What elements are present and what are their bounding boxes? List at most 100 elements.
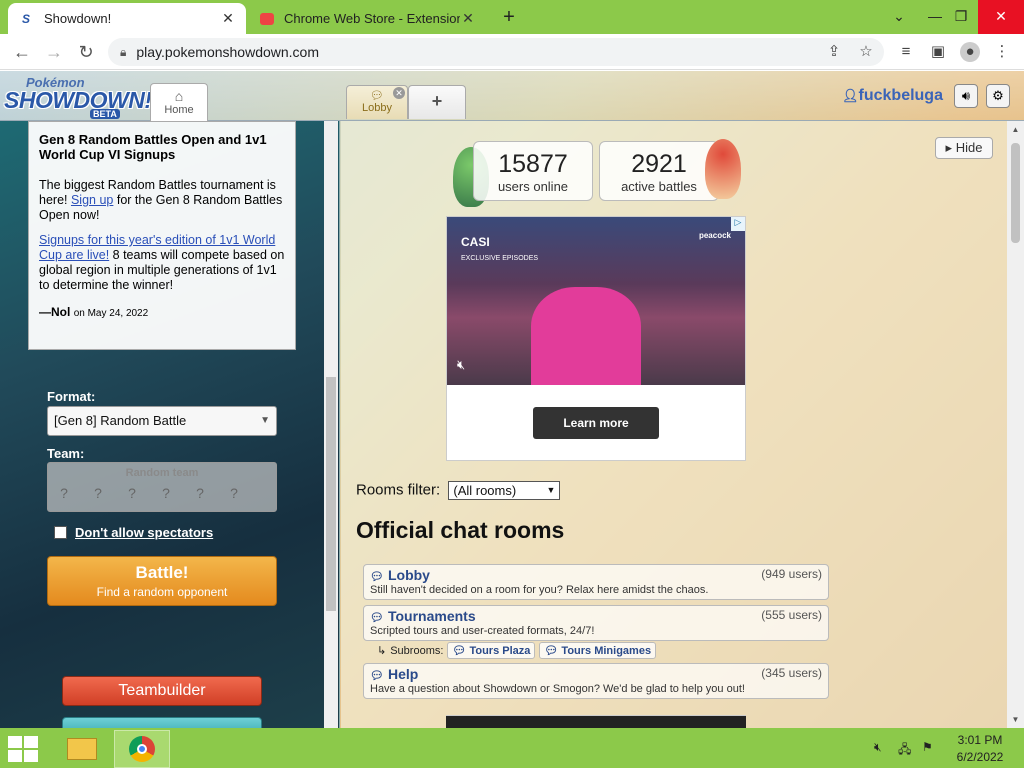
room-lobby[interactable]: 💬︎ Lobby (949 users) Still haven't decide… [363, 564, 829, 600]
advertisement[interactable]: CASI EXCLUSIVE EPISODES peacock 🔇︎ ▷ Lea… [446, 216, 746, 461]
browser-tab-showdown[interactable]: S Showdown! ✕ [8, 3, 246, 34]
room-help[interactable]: 💬︎ Help (345 users) Have a question about… [363, 663, 829, 699]
rooms-filter: Rooms filter: (All rooms) ▼ [356, 481, 561, 500]
username-button[interactable]: 👤︎fuckbeluga [842, 87, 943, 105]
pokeball-icon: ? [128, 485, 136, 501]
ad-brand: CASI [461, 235, 490, 249]
pokeball-icon: ? [196, 485, 204, 501]
close-tab-icon[interactable]: ✕ [220, 10, 236, 27]
home-icon: ⌂ [174, 88, 184, 104]
team-select[interactable]: Random team ? ? ? ? ? ? [47, 462, 277, 512]
taskbar-clock[interactable]: 3:01 PM 6/2/2022 [945, 732, 1015, 766]
logo-badge: BETA [90, 109, 120, 119]
rooms-filter-select[interactable]: (All rooms) ▼ [448, 481, 561, 500]
ladder-button[interactable] [62, 717, 262, 728]
speaker-icon: 🔊︎ [961, 88, 971, 103]
browser-tab-strip: S Showdown! ✕ Chrome Web Store - Extensi… [0, 0, 1024, 34]
subroom-tours-minigames[interactable]: 💬︎ Tours Minigames [539, 642, 657, 659]
room-name: Tournaments [387, 608, 476, 624]
mute-icon[interactable]: 🔇︎ [457, 357, 465, 373]
room-description: Still haven't decided on a room for you?… [370, 584, 709, 596]
news-signature: —Nol on May 24, 2022 [39, 305, 285, 321]
profile-avatar-icon[interactable]: ● [960, 42, 980, 62]
close-tab-icon[interactable]: ✕ [460, 10, 476, 27]
showdown-header: Pokémon SHOWDOWN! BETA ⌂ Home 💬︎ Lobby ✕… [0, 71, 1024, 121]
side-panel-icon[interactable]: ▣ [928, 42, 948, 62]
sound-button[interactable]: 🔊︎ [954, 84, 978, 108]
file-explorer-icon[interactable] [54, 730, 110, 768]
room-name: Lobby [387, 567, 430, 583]
format-select[interactable]: [Gen 8] Random Battle ▼ [47, 406, 277, 436]
main-scrollbar[interactable]: ▲ ▼ [1007, 121, 1024, 728]
ad-brand-sub: EXCLUSIVE EPISODES [461, 255, 539, 262]
scroll-up-icon[interactable]: ▲ [1007, 125, 1024, 134]
format-label: Format: [47, 389, 96, 404]
bookmark-star-icon[interactable]: ☆ [856, 42, 876, 62]
team-slots: ? ? ? ? ? ? [54, 485, 244, 503]
subrooms-row: ↳ Subrooms: 💬︎ Tours Plaza 💬︎ Tours Mini… [377, 642, 657, 659]
chrome-menu-icon[interactable]: ⋮ [992, 42, 1012, 62]
flag-icon[interactable]: ⚑ [922, 740, 933, 754]
tab-home[interactable]: ⌂ Home [150, 83, 208, 121]
teambuilder-button[interactable]: Teambuilder [62, 676, 262, 706]
browser-tab-webstore[interactable]: Chrome Web Store - Extensions ✕ [250, 3, 486, 34]
maximize-button[interactable]: ❐ [944, 0, 978, 34]
pokeball-icon: ? [162, 485, 170, 501]
settings-button[interactable]: ⚙ [986, 84, 1010, 108]
volume-muted-icon[interactable]: 🔇︎ [874, 740, 882, 755]
windows-taskbar: 🔇︎ 🖧︎ ⚑ 3:01 PM 6/2/2022 [0, 728, 1024, 768]
address-bar[interactable]: 🔒︎ play.pokemonshowdown.com [108, 38, 884, 66]
no-spectators-option[interactable]: Don't allow spectators [54, 525, 213, 540]
scroll-down-icon[interactable]: ▼ [1007, 715, 1024, 724]
chrome-taskbar-icon[interactable] [114, 730, 170, 768]
back-arrow-icon[interactable]: ← [8, 38, 36, 66]
hide-button[interactable]: ▸ Hide [935, 137, 993, 159]
tab-lobby-label: Lobby [362, 102, 392, 114]
active-battles-label: active battles [621, 179, 697, 194]
forward-arrow-icon[interactable]: → [40, 38, 68, 66]
battle-button-sublabel: Find a random opponent [96, 585, 228, 599]
signup-link[interactable]: Sign up [71, 193, 113, 207]
advertisement-2[interactable] [446, 715, 746, 728]
tab-add-room[interactable]: + [408, 85, 466, 119]
battle-button[interactable]: Battle! Find a random opponent [47, 556, 277, 606]
share-icon[interactable]: ⇪ [824, 42, 844, 62]
showdown-favicon-icon: S [21, 11, 30, 26]
adchoices-icon[interactable]: ▷ [731, 217, 745, 231]
ad-video[interactable]: CASI EXCLUSIVE EPISODES peacock 🔇︎ [447, 217, 745, 385]
no-spectators-checkbox[interactable] [54, 526, 67, 539]
media-control-icon[interactable]: ≡ [896, 42, 916, 62]
user-icon: 👤︎ [842, 88, 859, 103]
chat-bubble-icon: 💬︎ [370, 612, 384, 624]
room-description: Have a question about Showdown or Smogon… [370, 683, 745, 695]
rooms-filter-value: (All rooms) [453, 483, 517, 498]
main-scrollbar-thumb[interactable] [1011, 143, 1020, 243]
pokeball-icon: ? [230, 485, 238, 501]
learn-more-button[interactable]: Learn more [533, 407, 659, 439]
tab-home-label: Home [164, 104, 194, 116]
users-online-stat[interactable]: 15877 users online [473, 141, 593, 201]
left-scrollbar[interactable] [324, 121, 338, 728]
tab-title: Showdown! [44, 11, 112, 26]
room-name: Help [387, 666, 419, 682]
active-battles-stat[interactable]: 2921 active battles [599, 141, 719, 201]
tab-lobby[interactable]: 💬︎ Lobby ✕ [346, 85, 408, 119]
chat-bubble-icon: 💬︎ [370, 670, 384, 682]
windows-start-icon[interactable] [8, 736, 38, 762]
username-label: fuckbeluga [858, 87, 943, 104]
tab-search-icon[interactable]: ⌄ [882, 0, 916, 34]
subroom-tours-plaza[interactable]: 💬︎ Tours Plaza [447, 642, 536, 659]
chat-bubble-icon: 💬︎ [370, 571, 384, 583]
left-scrollbar-thumb[interactable] [326, 377, 336, 611]
network-icon[interactable]: 🖧︎ [898, 740, 911, 761]
team-value: Random team [125, 467, 199, 479]
reload-icon[interactable]: ↻ [72, 38, 100, 66]
close-lobby-icon[interactable]: ✕ [393, 87, 405, 99]
window-close-button[interactable]: ✕ [978, 0, 1024, 34]
logo-line2: SHOWDOWN! [4, 87, 152, 113]
chevron-down-icon: ▼ [546, 485, 556, 495]
new-tab-button[interactable]: + [496, 5, 522, 31]
room-tournaments[interactable]: 💬︎ Tournaments (555 users) Scripted tours… [363, 605, 829, 641]
showdown-logo[interactable]: Pokémon SHOWDOWN! BETA [4, 75, 152, 119]
no-spectators-label: Don't allow spectators [75, 525, 214, 540]
